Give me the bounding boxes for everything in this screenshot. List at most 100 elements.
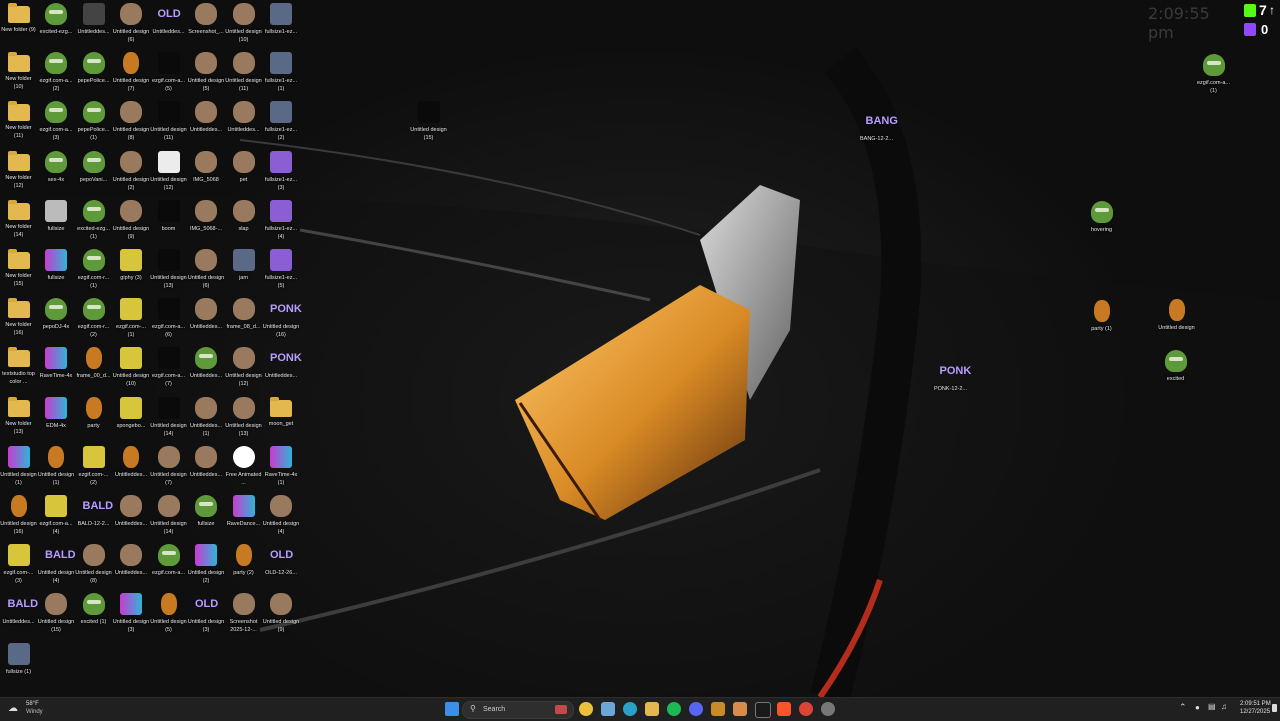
- desktop-icon-hovering[interactable]: hovering: [1083, 201, 1120, 234]
- desktop-icon[interactable]: Untitleddes...: [75, 3, 112, 36]
- desktop-icon[interactable]: OLD Untitleddes...: [150, 3, 187, 36]
- desktop-icon[interactable]: New folder (16): [0, 298, 37, 337]
- desktop-icon[interactable]: ezgif.com-a... (2): [38, 52, 75, 93]
- desktop-icon[interactable]: New folder (14): [0, 199, 37, 239]
- desktop-icon[interactable]: Untitled design (2): [188, 544, 225, 585]
- desktop-icon[interactable]: ezgif.com-a... (3): [38, 101, 75, 142]
- desktop-icon[interactable]: fullsize: [38, 199, 75, 233]
- taskbar-time[interactable]: 2:09:51 PM: [1240, 701, 1271, 707]
- volume-icon[interactable]: ♫: [1221, 702, 1227, 711]
- desktop-icon[interactable]: Untitled design (1): [38, 445, 75, 487]
- desktop-icon[interactable]: spongebo...: [113, 396, 150, 430]
- taskbar-date[interactable]: 12/27/2025: [1240, 709, 1270, 715]
- desktop-icon[interactable]: jam: [225, 249, 262, 282]
- desktop-icon[interactable]: ezgif.com-a...: [150, 544, 187, 577]
- desktop-icon[interactable]: Screenshot 2025-12-...: [225, 593, 262, 634]
- desktop-icon[interactable]: Untitled design (11): [150, 101, 187, 142]
- file-explorer-icon[interactable]: [645, 702, 659, 716]
- desktop-icon[interactable]: Untitled design (4): [263, 495, 300, 536]
- desktop-icon[interactable]: Untitled design (7): [150, 445, 187, 487]
- desktop-icon[interactable]: fullsize: [38, 249, 75, 282]
- start-button[interactable]: [445, 702, 459, 716]
- desktop-icon[interactable]: frame_08_d...: [225, 298, 262, 331]
- desktop-icon[interactable]: textstudio top color ...: [0, 347, 37, 386]
- desktop-icon[interactable]: OLD Untitled design (3): [188, 593, 225, 634]
- desktop-icon[interactable]: RaveTime-4x: [38, 347, 75, 380]
- desktop-icon[interactable]: Untitled design (16): [0, 495, 37, 536]
- desktop-icon[interactable]: Untitled design (11): [225, 52, 262, 93]
- settings-icon[interactable]: [821, 702, 835, 716]
- desktop-icon[interactable]: RaveTime-4x (1): [263, 445, 300, 487]
- desktop-icon[interactable]: boom: [150, 199, 187, 233]
- app-icon[interactable]: [711, 702, 725, 716]
- terminal-icon[interactable]: [755, 702, 771, 718]
- desktop-icon[interactable]: Untitled design (6): [113, 3, 150, 44]
- desktop-icon[interactable]: frame_00_d...: [75, 347, 112, 380]
- desktop-icon[interactable]: Free Animated ...: [225, 445, 262, 487]
- app-icon-2[interactable]: [733, 702, 747, 716]
- desktop-icon[interactable]: New folder (10): [0, 52, 37, 91]
- desktop-icon[interactable]: Untitleddes...: [188, 298, 225, 331]
- desktop-icon[interactable]: BALD BALD-12-2...: [75, 495, 113, 528]
- desktop-icon-ezgif-right[interactable]: ezgif.com-a... (1): [1195, 54, 1232, 95]
- desktop-icon[interactable]: ezgif.com-... (3): [0, 544, 37, 585]
- desktop-icon[interactable]: Untitleddes...: [225, 101, 262, 134]
- desktop-icon[interactable]: Untitleddes...: [113, 544, 150, 577]
- weather-widget[interactable]: ☁ 58°F Windy: [8, 700, 68, 719]
- desktop-icon[interactable]: BALD Untitleddes...: [0, 593, 38, 626]
- desktop-icon[interactable]: New folder (15): [0, 249, 37, 288]
- desktop-icon[interactable]: excited (1): [75, 593, 112, 626]
- desktop-icon[interactable]: party: [75, 396, 112, 430]
- desktop-icon-party-1[interactable]: party (1): [1083, 300, 1120, 333]
- edge-icon[interactable]: [623, 702, 637, 716]
- brave-icon[interactable]: [777, 702, 791, 716]
- desktop-icon[interactable]: BALD Untitled design (4): [38, 544, 76, 585]
- desktop-icon[interactable]: Untitleddes...: [113, 445, 150, 479]
- search-box[interactable]: ⚲ Search: [462, 701, 574, 719]
- desktop-icon[interactable]: fullsize1-ez... (3): [263, 150, 300, 192]
- desktop-icon-ponk[interactable]: PONK PONK-12-2...: [932, 360, 971, 393]
- desktop-icon[interactable]: ezgif.com-a... (5): [150, 52, 187, 93]
- desktop-icon[interactable]: Untitleddes... (1): [188, 396, 225, 438]
- desktop-icon[interactable]: Untitled design (7): [113, 52, 150, 93]
- desktop-icon-bang[interactable]: BANG BANG-12-2...: [858, 110, 898, 143]
- desktop-icon[interactable]: Untitled design (12): [225, 347, 262, 388]
- desktop-icon[interactable]: fullsize1-ez...: [263, 3, 300, 36]
- desktop-icon[interactable]: PONK Untitled design (16): [263, 298, 302, 339]
- desktop-icon[interactable]: ezgif.com-... (2): [75, 445, 112, 487]
- desktop-icon[interactable]: Untitleddes...: [188, 445, 225, 479]
- desktop-icon-untitled-design[interactable]: Untitled design: [1158, 299, 1195, 332]
- desktop-icon[interactable]: EDM-4x: [38, 396, 75, 430]
- desktop-icon[interactable]: Untitled design (2): [113, 150, 150, 192]
- desktop-icon[interactable]: pepoDJ-4x: [38, 298, 75, 331]
- desktop-icon-excited[interactable]: excited: [1157, 350, 1194, 383]
- desktop-icon[interactable]: ezgif.com-a... (7): [150, 347, 187, 388]
- desktop-icon[interactable]: Untitled design (1): [0, 445, 37, 487]
- desktop-icon[interactable]: pet: [225, 150, 262, 184]
- network-icon[interactable]: ▤: [1208, 702, 1216, 711]
- desktop-icon[interactable]: excited-ezg...: [38, 3, 75, 36]
- desktop-icon[interactable]: Untitleddes...: [113, 495, 150, 528]
- desktop-icon[interactable]: Untitled design (10): [225, 3, 262, 44]
- desktop-icon[interactable]: fullsize (1): [0, 642, 37, 676]
- desktop-icon[interactable]: ezgif.com-r... (2): [75, 298, 112, 339]
- desktop-icon[interactable]: Untitled design (10): [113, 347, 150, 388]
- desktop-icon[interactable]: Untitled design (8): [75, 544, 112, 585]
- desktop-icon[interactable]: Untitled design (13): [150, 249, 187, 290]
- desktop-icon[interactable]: Untitled design (8): [113, 101, 150, 142]
- desktop-icon[interactable]: slap: [225, 199, 262, 233]
- task-view-icon[interactable]: [601, 702, 615, 716]
- desktop-icon[interactable]: giphy (3): [113, 249, 150, 282]
- desktop-icon[interactable]: Untitled design (13): [225, 396, 262, 438]
- desktop-icon[interactable]: Untitled design (5): [150, 593, 187, 634]
- desktop-icon[interactable]: ezgif.com-a... (4): [38, 495, 75, 536]
- chevron-up-icon[interactable]: ⌃: [1179, 702, 1187, 713]
- desktop-icon[interactable]: Untitled design (15): [38, 593, 75, 634]
- desktop-icon[interactable]: excited-ezg... (1): [75, 199, 112, 241]
- desktop-icon[interactable]: fullsize1-ez... (2): [263, 101, 300, 142]
- discord-icon[interactable]: [689, 702, 703, 716]
- desktop-icon[interactable]: New folder (11): [0, 101, 37, 140]
- desktop-icon[interactable]: New folder (13): [0, 396, 37, 436]
- desktop-icon[interactable]: moon_get: [263, 396, 300, 428]
- desktop-icon[interactable]: sex-4x: [38, 150, 75, 184]
